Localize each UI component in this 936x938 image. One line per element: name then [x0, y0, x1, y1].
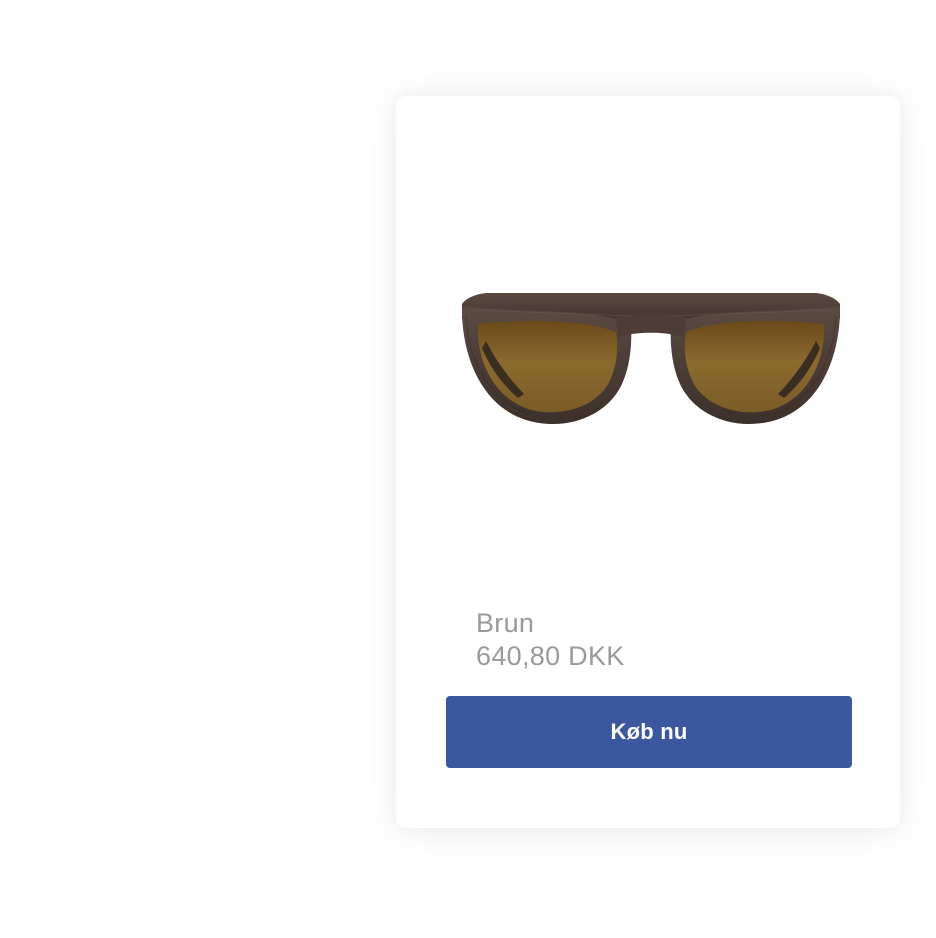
- buy-now-button[interactable]: Køb nu: [446, 696, 852, 768]
- product-variant: Brun: [476, 608, 535, 638]
- product-card[interactable]: Brun 640,80 DKK Køb nu: [396, 96, 900, 828]
- page: Brun 640,80 DKK Køb nu: [0, 0, 936, 938]
- sunglasses-image: [461, 293, 841, 425]
- product-price: 640,80 DKK: [476, 641, 625, 671]
- product-image[interactable]: [456, 286, 846, 436]
